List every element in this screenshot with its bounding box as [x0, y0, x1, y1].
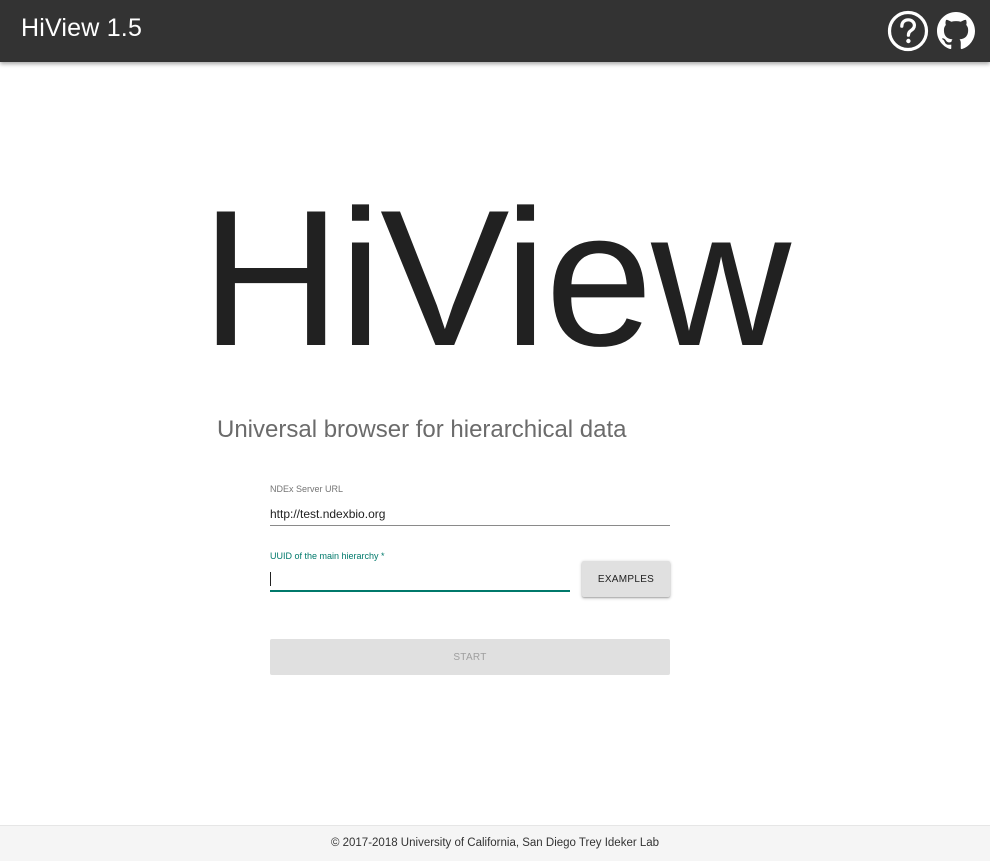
app-bar: HiView 1.5	[0, 0, 990, 62]
examples-button[interactable]: EXAMPLES	[582, 561, 670, 597]
help-button[interactable]	[886, 9, 930, 53]
uuid-input[interactable]	[270, 568, 570, 592]
hero-subtitle: Universal browser for hierarchical data	[217, 416, 627, 443]
text-caret	[270, 572, 271, 586]
github-icon	[937, 12, 975, 50]
footer-copyright: © 2017-2018 University of California, Sa…	[330, 837, 660, 849]
github-button[interactable]	[934, 9, 978, 53]
app-title: HiView 1.5	[21, 14, 143, 42]
uuid-label: UUID of the main hierarchy *	[270, 551, 385, 561]
server-url-label: NDEx Server URL	[270, 484, 344, 494]
footer: © 2017-2018 University of California, Sa…	[0, 825, 990, 861]
start-button[interactable]: START	[270, 639, 670, 675]
server-url-input[interactable]	[270, 502, 670, 526]
hero-title: HiView	[200, 170, 791, 387]
help-circle-icon	[887, 10, 929, 52]
